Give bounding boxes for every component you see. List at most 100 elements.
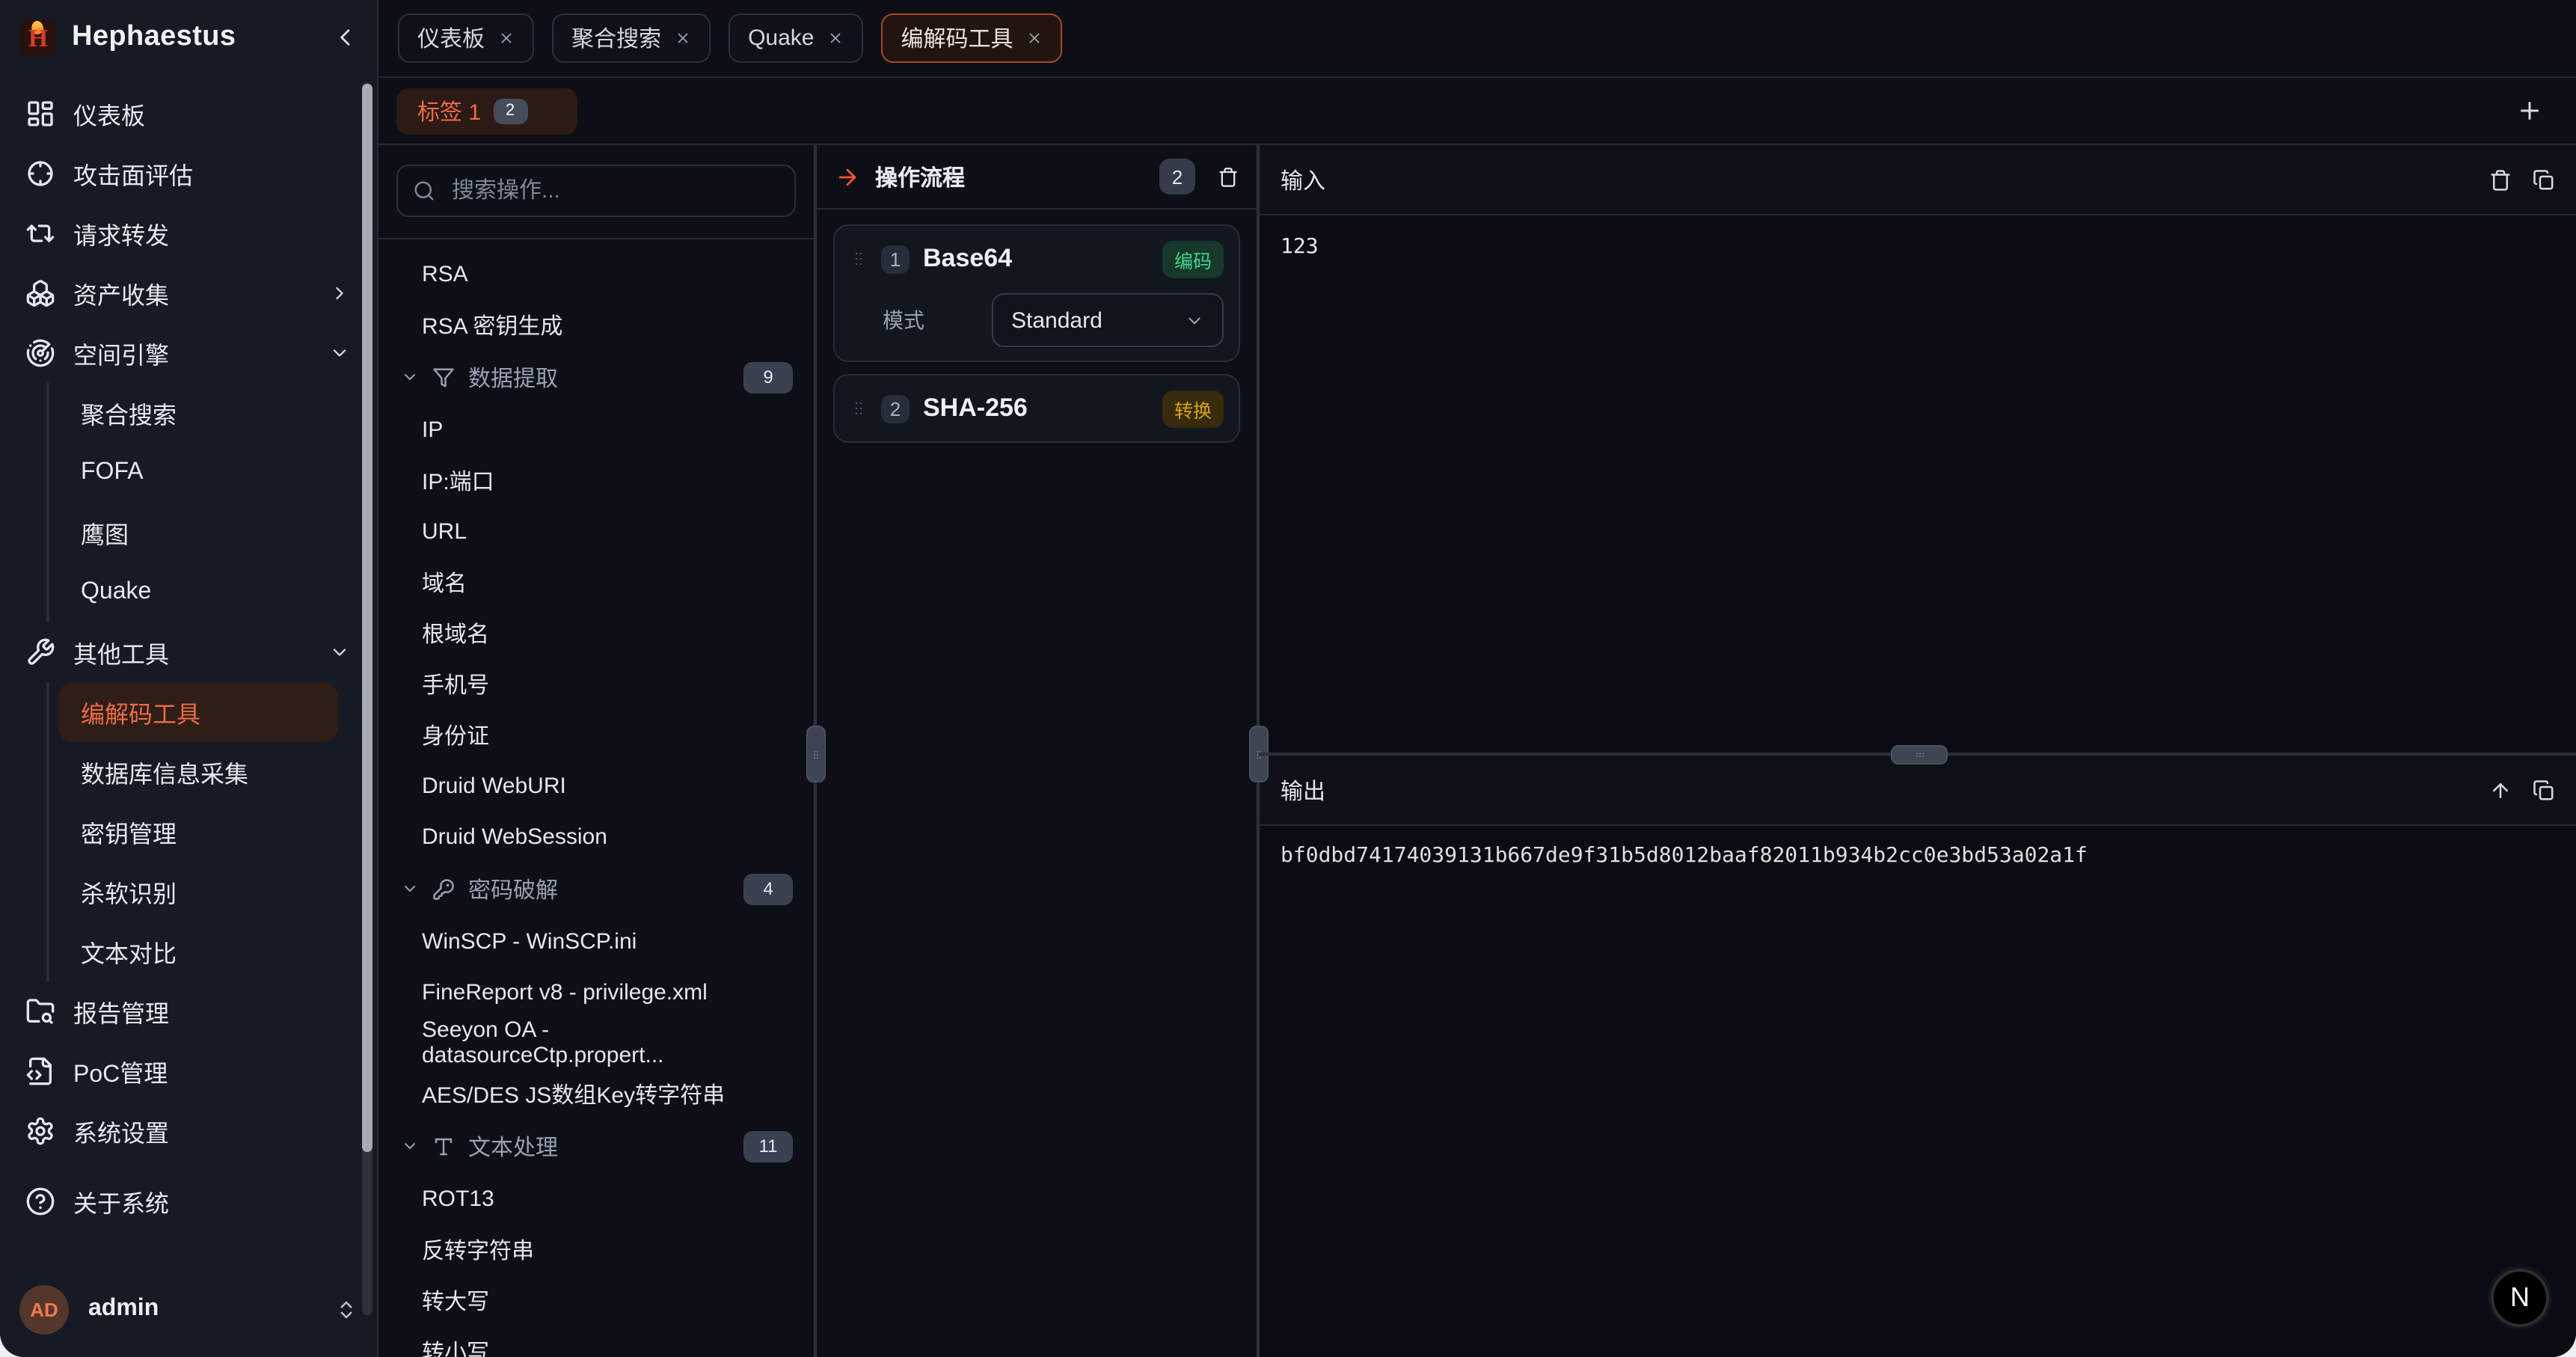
operation-item[interactable]: FineReport v8 - privilege.xml <box>378 967 814 1017</box>
sidebar-collapse-button[interactable] <box>334 25 358 49</box>
sidebar-item-asset-collection[interactable]: 资产收集 <box>15 263 362 323</box>
tag-chip[interactable]: 标签 1 2 <box>396 88 577 134</box>
add-tag-button[interactable] <box>2516 97 2543 124</box>
output-title: 输出 <box>1281 774 1325 806</box>
user-menu[interactable]: AD admin <box>0 1261 377 1357</box>
sidebar-item-text-diff[interactable]: 文本对比 <box>49 922 362 981</box>
sidebar-item-hunter[interactable]: 鹰图 <box>49 503 362 563</box>
operation-label: 手机号 <box>422 668 489 699</box>
chevron-down-icon <box>329 642 350 663</box>
sidebar-item-space-engine[interactable]: 空间引擎 <box>15 323 362 383</box>
drag-handle-icon[interactable] <box>850 396 868 420</box>
copy-output-button[interactable] <box>2533 779 2555 801</box>
operation-label: WinSCP - WinSCP.ini <box>422 928 637 954</box>
operation-group[interactable]: 密码破解4 <box>378 862 814 916</box>
sidebar-item-fofa[interactable]: FOFA <box>49 443 362 503</box>
search-box <box>396 165 796 217</box>
operations-list: RSARSA 密钥生成数据提取9IPIP:端口URL域名根域名手机号身份证Dru… <box>378 239 814 1357</box>
tab-dashboard[interactable]: 仪表板 <box>398 13 534 63</box>
operation-label: 根域名 <box>422 617 489 649</box>
io-splitter-handle[interactable] <box>1891 745 1948 765</box>
output-text: bf0dbd74174039131b667de9f31b5d8012baaf82… <box>1260 826 2576 1357</box>
output-panel: 输出 bf0dbd74174039131b667de9f31b5d8012baa… <box>1260 756 2576 1357</box>
sidebar-item-db-info-collect[interactable]: 数据库信息采集 <box>49 742 362 802</box>
boxes-icon <box>25 278 55 308</box>
io-splitter[interactable] <box>1260 753 2576 756</box>
help-icon <box>25 1186 55 1216</box>
operation-item[interactable]: 反转字符串 <box>378 1224 814 1275</box>
flow-step-card[interactable]: 2SHA-256转换 <box>833 374 1240 443</box>
operation-item[interactable]: 手机号 <box>378 658 814 709</box>
clear-input-button[interactable] <box>2489 168 2512 191</box>
operation-group[interactable]: 文本处理11 <box>378 1119 814 1173</box>
tab-label: 编解码工具 <box>901 22 1013 54</box>
drag-handle-icon[interactable] <box>850 247 868 271</box>
sidebar-item-report-management[interactable]: 报告管理 <box>15 981 362 1041</box>
sidebar-item-attack-surface[interactable]: 攻击面评估 <box>15 144 362 203</box>
step-name: SHA-256 <box>923 393 1028 423</box>
operation-label: AES/DES JS数组Key转字符串 <box>422 1078 725 1109</box>
tag-chip-count: 2 <box>493 98 527 123</box>
operation-item[interactable]: Druid WebSession <box>378 811 814 862</box>
operation-item[interactable]: Druid WebURI <box>378 760 814 811</box>
send-output-to-input-button[interactable] <box>2489 779 2512 801</box>
type-icon <box>432 1135 455 1157</box>
tab-quake[interactable]: Quake <box>729 13 863 63</box>
param-select[interactable]: Standard <box>992 293 1224 347</box>
tab-aggregate-search[interactable]: 聚合搜索 <box>552 13 711 63</box>
sidebar-item-codec-tool[interactable]: 编解码工具 <box>58 682 338 742</box>
search-input[interactable] <box>449 177 779 205</box>
operation-item[interactable]: WinSCP - WinSCP.ini <box>378 916 814 967</box>
operation-item[interactable]: RSA <box>378 248 814 299</box>
operations-panel: RSARSA 密钥生成数据提取9IPIP:端口URL域名根域名手机号身份证Dru… <box>378 145 814 1357</box>
input-panel: 输入 123 <box>1260 145 2576 753</box>
param-value: Standard <box>1011 307 1103 333</box>
sidebar-item-poc-management[interactable]: PoC管理 <box>15 1041 362 1101</box>
panel-divider-left[interactable] <box>814 145 817 1357</box>
close-icon[interactable] <box>675 30 691 46</box>
operation-item[interactable]: IP:端口 <box>378 455 814 506</box>
sidebar-item-dashboard[interactable]: 仪表板 <box>15 84 362 144</box>
flow-step-card[interactable]: 1Base64编码模式Standard <box>833 224 1240 362</box>
sidebar-item-other-tools[interactable]: 其他工具 <box>15 622 362 682</box>
grip-dots-icon <box>1892 747 1946 763</box>
nextjs-dev-badge[interactable]: N <box>2491 1269 2549 1327</box>
sidebar-item-system-settings[interactable]: 系统设置 <box>15 1101 362 1161</box>
sidebar-item-aggregate-search[interactable]: 聚合搜索 <box>49 383 362 443</box>
resize-handle-left[interactable] <box>806 726 826 782</box>
input-textarea[interactable]: 123 <box>1260 215 2576 753</box>
operation-item[interactable]: 转大写 <box>378 1275 814 1326</box>
sidebar-item-label: PoC管理 <box>73 1053 168 1089</box>
copy-input-button[interactable] <box>2533 168 2555 191</box>
search-icon <box>413 180 435 202</box>
app-title: Hephaestus <box>72 21 236 54</box>
sidebar-item-quake[interactable]: Quake <box>49 563 362 622</box>
operation-item[interactable]: AES/DES JS数组Key转字符串 <box>378 1068 814 1119</box>
chevron-down-icon <box>401 1137 419 1155</box>
operation-item[interactable]: URL <box>378 506 814 557</box>
group-count-badge: 11 <box>743 1130 793 1162</box>
operation-item[interactable]: Seeyon OA - datasourceCtp.propert... <box>378 1017 814 1068</box>
output-header: 输出 <box>1260 756 2576 826</box>
operation-item[interactable]: RSA 密钥生成 <box>378 299 814 350</box>
panel-divider-right[interactable] <box>1257 145 1260 1357</box>
tab-codec-tool[interactable]: 编解码工具 <box>881 13 1062 63</box>
operation-item[interactable]: 转小写 <box>378 1326 814 1357</box>
clear-flow-button[interactable] <box>1218 165 1239 188</box>
flow-panel-title: 操作流程 <box>875 161 965 192</box>
close-icon[interactable] <box>827 30 844 46</box>
operation-item[interactable]: 根域名 <box>378 607 814 658</box>
sidebar-item-av-identify[interactable]: 杀软识别 <box>49 862 362 922</box>
sidebar-item-key-management[interactable]: 密钥管理 <box>49 802 362 862</box>
sidebar-item-request-forward[interactable]: 请求转发 <box>15 203 362 263</box>
operation-item[interactable]: ROT13 <box>378 1173 814 1224</box>
sidebar-scrollbar-thumb[interactable] <box>362 84 372 1152</box>
close-icon[interactable] <box>1027 30 1043 46</box>
crosshair-icon <box>25 159 55 189</box>
operation-group[interactable]: 数据提取9 <box>378 350 814 404</box>
close-icon[interactable] <box>498 30 515 46</box>
operation-item[interactable]: 身份证 <box>378 709 814 760</box>
sidebar-item-about-system[interactable]: 关于系统 <box>15 1171 362 1231</box>
operation-item[interactable]: IP <box>378 404 814 455</box>
operation-item[interactable]: 域名 <box>378 557 814 607</box>
